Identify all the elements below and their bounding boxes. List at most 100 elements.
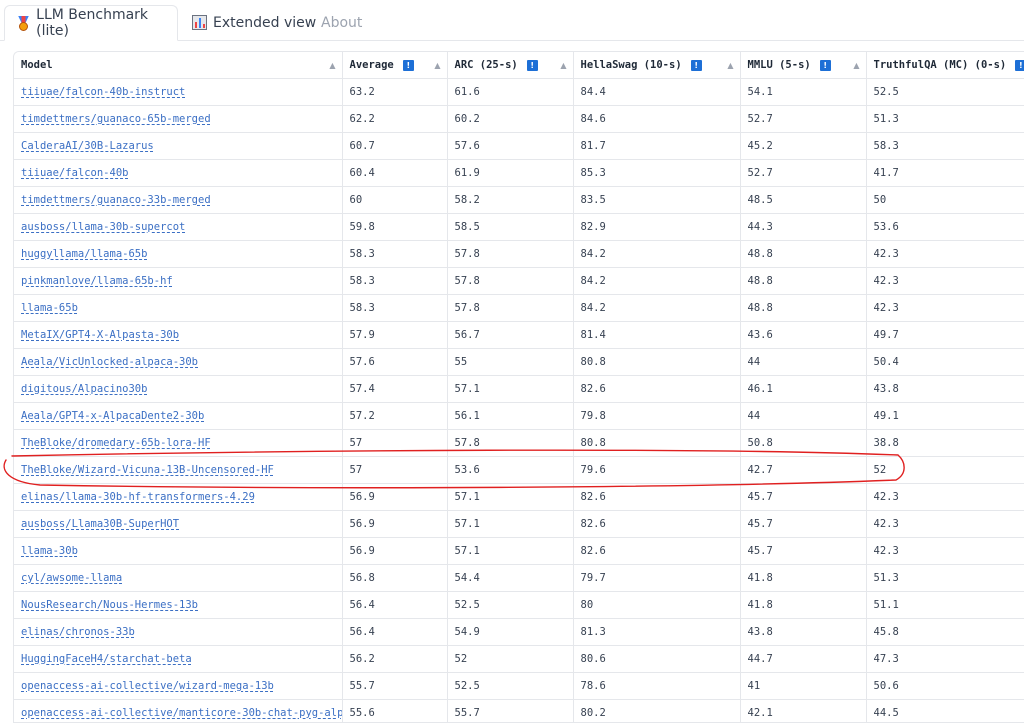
info-icon[interactable]: ! — [527, 60, 538, 71]
column-header-4[interactable]: MMLU (5-s)!▲ — [740, 52, 866, 79]
score-cell: 58.3 — [342, 268, 447, 295]
model-link[interactable]: openaccess-ai-collective/manticore-30b-c… — [21, 707, 342, 719]
model-cell: ausboss/Llama30B-SuperHOT — [14, 511, 342, 538]
sort-arrow-icon[interactable]: ▲ — [329, 61, 335, 70]
table-row: elinas/chronos-33b56.454.981.343.845.8 — [14, 619, 1024, 646]
score-cell: 57.1 — [447, 376, 573, 403]
column-header-5[interactable]: TruthfulQA (MC) (0-s)!▲ — [866, 52, 1024, 79]
model-cell: Aeala/GPT4-x-AlpacaDente2-30b — [14, 403, 342, 430]
score-cell: 82.6 — [573, 376, 740, 403]
score-cell: 57.1 — [447, 484, 573, 511]
sort-arrow-icon[interactable]: ▲ — [434, 61, 440, 70]
model-link[interactable]: digitous/Alpacino30b — [21, 383, 147, 395]
score-cell: 80.8 — [573, 349, 740, 376]
model-link[interactable]: elinas/llama-30b-hf-transformers-4.29 — [21, 491, 255, 503]
score-cell: 46.1 — [740, 376, 866, 403]
model-link[interactable]: elinas/chronos-33b — [21, 626, 135, 638]
score-cell: 80.2 — [573, 700, 740, 723]
score-cell: 50.4 — [866, 349, 1024, 376]
score-cell: 48.8 — [740, 268, 866, 295]
sort-arrow-icon[interactable]: ▲ — [853, 61, 859, 70]
score-cell: 79.6 — [573, 457, 740, 484]
model-link[interactable]: MetaIX/GPT4-X-Alpasta-30b — [21, 329, 179, 341]
model-link[interactable]: Aeala/VicUnlocked-alpaca-30b — [21, 356, 198, 368]
table-row: ausboss/Llama30B-SuperHOT56.957.182.645.… — [14, 511, 1024, 538]
model-link[interactable]: pinkmanlove/llama-65b-hf — [21, 275, 173, 287]
model-link[interactable]: timdettmers/guanaco-65b-merged — [21, 113, 211, 125]
score-cell: 59.8 — [342, 214, 447, 241]
model-cell: tiiuae/falcon-40b-instruct — [14, 79, 342, 106]
score-cell: 60.4 — [342, 160, 447, 187]
score-cell: 55 — [447, 349, 573, 376]
model-link[interactable]: huggyllama/llama-65b — [21, 248, 147, 260]
score-cell: 57.2 — [342, 403, 447, 430]
tab-llm-benchmark-lite[interactable]: LLM Benchmark (lite) — [4, 5, 178, 41]
model-cell: Aeala/VicUnlocked-alpaca-30b — [14, 349, 342, 376]
score-cell: 57.6 — [447, 133, 573, 160]
model-link[interactable]: timdettmers/guanaco-33b-merged — [21, 194, 211, 206]
table-row: tiiuae/falcon-40b60.461.985.352.741.7 — [14, 160, 1024, 187]
column-header-0[interactable]: Model ▲ — [14, 52, 342, 79]
tab-extended-view[interactable]: Extended view — [192, 5, 316, 40]
score-cell: 51.3 — [866, 106, 1024, 133]
score-cell: 48.5 — [740, 187, 866, 214]
score-cell: 42.3 — [866, 295, 1024, 322]
column-header-2[interactable]: ARC (25-s)!▲ — [447, 52, 573, 79]
tab-about[interactable]: About — [321, 5, 362, 40]
tab-bar: LLM Benchmark (lite) Extended view About — [0, 0, 1024, 41]
model-cell: HuggingFaceH4/starchat-beta — [14, 646, 342, 673]
model-link[interactable]: TheBloke/dromedary-65b-lora-HF — [21, 437, 211, 449]
score-cell: 57 — [342, 430, 447, 457]
info-icon[interactable]: ! — [403, 60, 414, 71]
score-cell: 52.5 — [447, 592, 573, 619]
score-cell: 42.3 — [866, 268, 1024, 295]
table-row: CalderaAI/30B-Lazarus60.757.681.745.258.… — [14, 133, 1024, 160]
score-cell: 50.6 — [866, 673, 1024, 700]
score-cell: 56.8 — [342, 565, 447, 592]
score-cell: 61.9 — [447, 160, 573, 187]
model-link[interactable]: cyl/awsome-llama — [21, 572, 122, 584]
model-link[interactable]: CalderaAI/30B-Lazarus — [21, 140, 154, 152]
model-link[interactable]: tiiuae/falcon-40b — [21, 167, 128, 179]
score-cell: 56.1 — [447, 403, 573, 430]
score-cell: 82.6 — [573, 511, 740, 538]
model-link[interactable]: openaccess-ai-collective/wizard-mega-13b — [21, 680, 274, 692]
model-link[interactable]: HuggingFaceH4/starchat-beta — [21, 653, 192, 665]
sort-arrow-icon[interactable]: ▲ — [727, 61, 733, 70]
model-link[interactable]: ausboss/llama-30b-supercot — [21, 221, 185, 233]
score-cell: 54.1 — [740, 79, 866, 106]
score-cell: 57.9 — [342, 322, 447, 349]
score-cell: 56.4 — [342, 619, 447, 646]
column-header-1[interactable]: Average!▲ — [342, 52, 447, 79]
model-link[interactable]: TheBloke/Wizard-Vicuna-13B-Uncensored-HF — [21, 464, 274, 476]
model-cell: NousResearch/Nous-Hermes-13b — [14, 592, 342, 619]
info-icon[interactable]: ! — [691, 60, 702, 71]
score-cell: 80.8 — [573, 430, 740, 457]
score-cell: 56.7 — [447, 322, 573, 349]
score-cell: 45.7 — [740, 511, 866, 538]
score-cell: 52.7 — [740, 160, 866, 187]
model-link[interactable]: Aeala/GPT4-x-AlpacaDente2-30b — [21, 410, 204, 422]
info-icon[interactable]: ! — [1015, 60, 1024, 71]
score-cell: 45.7 — [740, 484, 866, 511]
column-header-label: Model — [21, 59, 53, 71]
score-cell: 42.7 — [740, 457, 866, 484]
sort-arrow-icon[interactable]: ▲ — [560, 61, 566, 70]
model-cell: cyl/awsome-llama — [14, 565, 342, 592]
info-icon[interactable]: ! — [820, 60, 831, 71]
column-header-3[interactable]: HellaSwag (10-s)!▲ — [573, 52, 740, 79]
score-cell: 44.5 — [866, 700, 1024, 723]
table-row: cyl/awsome-llama56.854.479.741.851.3 — [14, 565, 1024, 592]
model-cell: openaccess-ai-collective/manticore-30b-c… — [14, 700, 342, 723]
score-cell: 41.8 — [740, 592, 866, 619]
score-cell: 83.5 — [573, 187, 740, 214]
model-link[interactable]: ausboss/Llama30B-SuperHOT — [21, 518, 179, 530]
model-link[interactable]: llama-65b — [21, 302, 78, 314]
score-cell: 55.6 — [342, 700, 447, 723]
model-link[interactable]: NousResearch/Nous-Hermes-13b — [21, 599, 198, 611]
table-row: timdettmers/guanaco-65b-merged62.260.284… — [14, 106, 1024, 133]
model-link[interactable]: llama-30b — [21, 545, 78, 557]
score-cell: 81.3 — [573, 619, 740, 646]
score-cell: 55.7 — [342, 673, 447, 700]
model-link[interactable]: tiiuae/falcon-40b-instruct — [21, 86, 185, 98]
